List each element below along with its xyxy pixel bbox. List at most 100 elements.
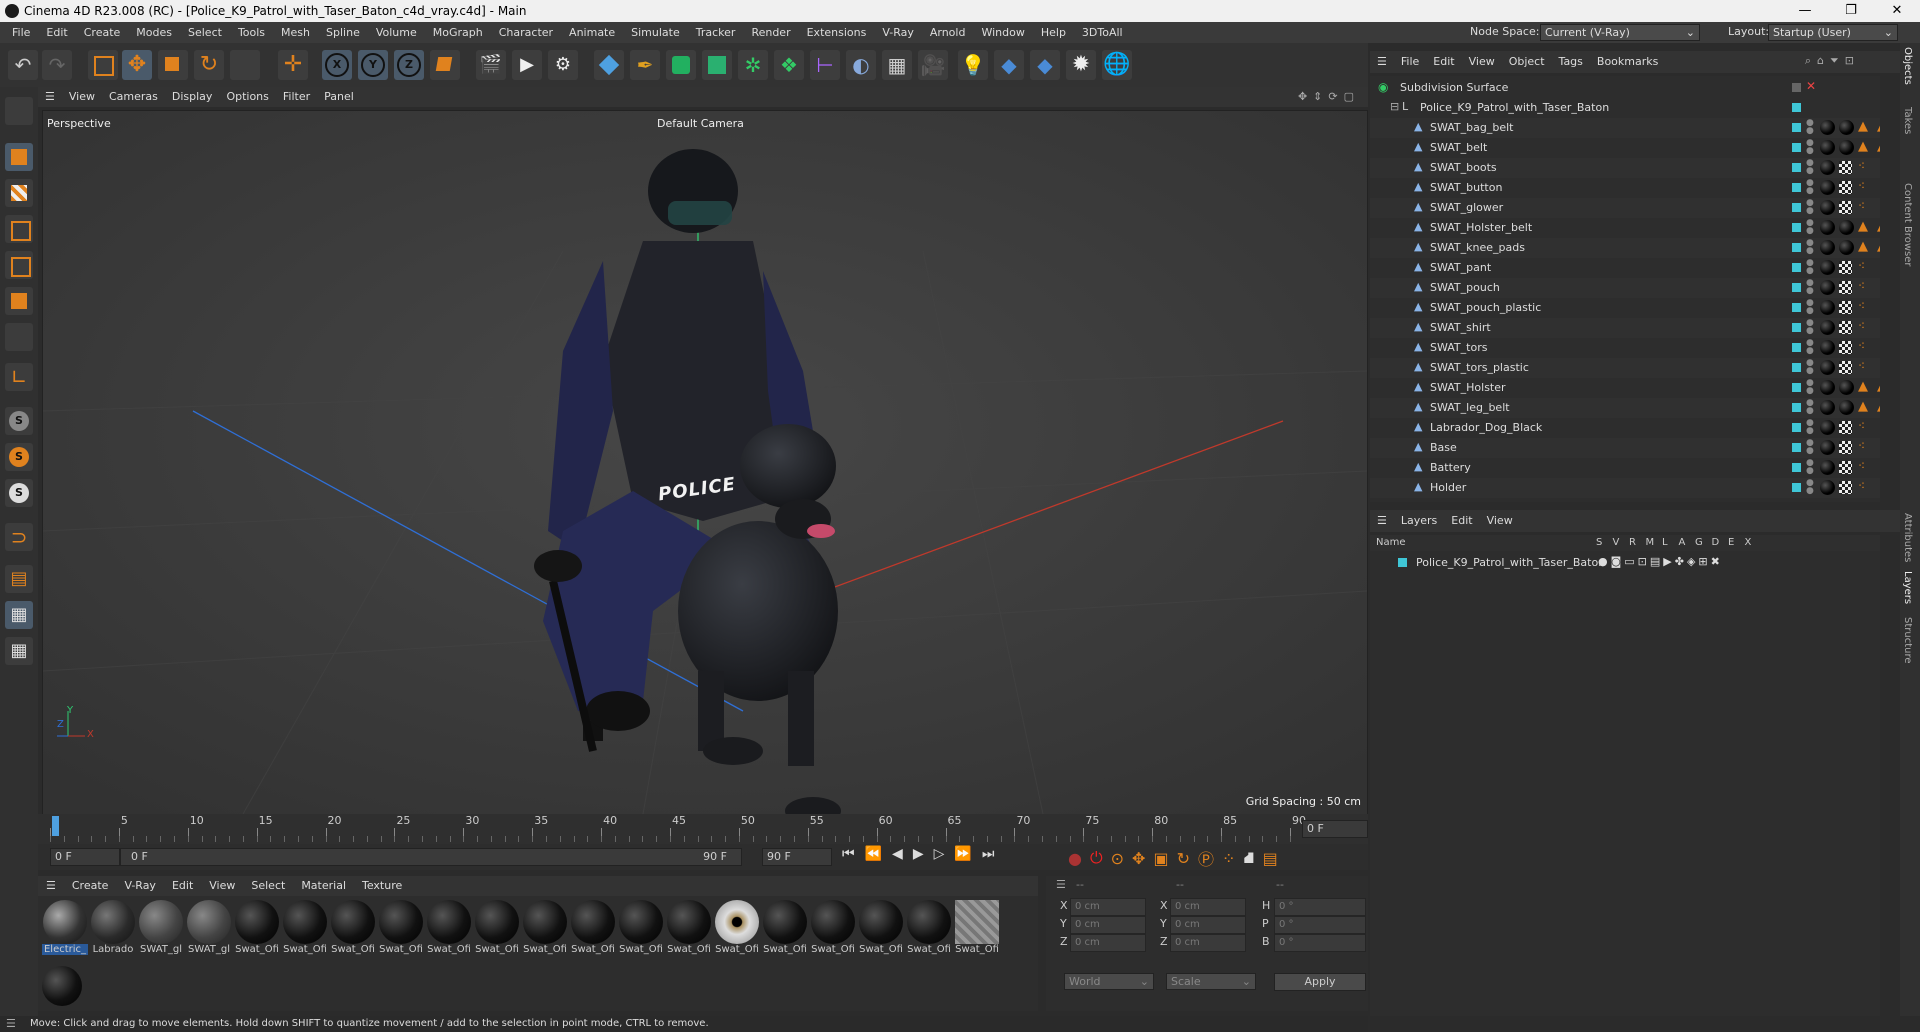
material-tag-icon[interactable] — [1820, 160, 1835, 175]
edit-check-icon[interactable] — [1792, 83, 1801, 92]
selection-tag-icon[interactable]: ⁖ — [1858, 179, 1865, 193]
layer-color-swatch[interactable] — [1792, 323, 1801, 332]
uvw-tag-icon[interactable] — [1839, 481, 1852, 494]
material-tag-icon[interactable] — [1820, 480, 1835, 495]
phong-tag-icon[interactable]: ▲ — [1858, 219, 1868, 234]
material-menu-create[interactable]: Create — [64, 876, 117, 896]
extrude-icon[interactable] — [702, 50, 732, 80]
layer-row[interactable]: Police_K9_Patrol_with_Taser_Baton ●◙▭⊡▤▶… — [1370, 553, 1880, 573]
uvw-tag-icon[interactable] — [1839, 261, 1852, 274]
selection-tag-icon[interactable]: ⁖ — [1858, 479, 1865, 493]
object-row[interactable]: ▲ Labrador_Dog_Black ● ● ⁖ — [1370, 418, 1880, 438]
material-swatch[interactable]: Swat_Ofi — [618, 900, 664, 955]
visibility-dots-icon[interactable]: ● ● — [1806, 399, 1814, 416]
visibility-dots-icon[interactable]: ● ● — [1806, 239, 1814, 256]
layer-color-swatch[interactable] — [1792, 443, 1801, 452]
material-panel-menu-icon[interactable]: ☰ — [38, 876, 64, 896]
material-swatch[interactable]: Swat_Ofi — [522, 900, 568, 955]
layer-color-swatch[interactable] — [1398, 558, 1407, 567]
uv-mode-icon[interactable] — [5, 323, 33, 351]
layer-color-swatch[interactable] — [1792, 143, 1801, 152]
phong-tag-icon[interactable]: ▲ — [1877, 139, 1880, 154]
visibility-dots-icon[interactable]: ● ● — [1806, 359, 1814, 376]
object-row[interactable]: ▲ SWAT_shirt ● ● ⁖ — [1370, 318, 1880, 338]
visibility-dots-icon[interactable]: ● ● — [1806, 159, 1814, 176]
model-mode-icon[interactable] — [5, 143, 33, 171]
material-tag-icon[interactable] — [1820, 120, 1835, 135]
selection-tag-icon[interactable]: ⁖ — [1858, 259, 1865, 273]
python-script-icon[interactable]: ◆ — [1030, 50, 1060, 80]
phong-tag-icon[interactable]: ▲ — [1877, 219, 1880, 234]
selection-tag-icon[interactable]: ⁖ — [1858, 419, 1865, 433]
layer-color-swatch[interactable] — [1792, 103, 1801, 112]
current-frame-field[interactable]: 0 F — [1302, 820, 1368, 838]
key-position-icon[interactable]: ✥ — [1132, 849, 1145, 868]
material-menu-v-ray[interactable]: V-Ray — [116, 876, 164, 896]
material-swatch[interactable]: Labrado — [90, 900, 136, 955]
material-tag-icon[interactable] — [1820, 460, 1835, 475]
selection-tag-icon[interactable]: ⁖ — [1858, 439, 1865, 453]
uvw-tag-icon[interactable] — [1839, 161, 1852, 174]
snap-settings-icon[interactable]: S — [5, 443, 33, 471]
phong-tag-icon[interactable]: ▲ — [1858, 119, 1868, 134]
layer-panel-menu-icon[interactable]: ☰ — [1370, 510, 1394, 532]
object-row[interactable]: ▲ Holder ● ● ⁖ — [1370, 478, 1880, 498]
coord-rotation-field[interactable]: 0 ° — [1274, 898, 1366, 916]
edges-mode-icon[interactable] — [5, 251, 33, 279]
material-tag-icon[interactable] — [1839, 140, 1854, 155]
disabled-x-icon[interactable]: ✕ — [1806, 79, 1816, 93]
phong-tag-icon[interactable]: ▲ — [1858, 139, 1868, 154]
object-row[interactable]: ▲ SWAT_pouch_plastic ● ● ⁖ — [1370, 298, 1880, 318]
material-swatch[interactable]: Swat_Ofi — [330, 900, 376, 955]
object-row[interactable]: ▲ SWAT_tors ● ● ⁖ — [1370, 338, 1880, 358]
material-swatch[interactable]: Swat_Ofi — [378, 900, 424, 955]
visibility-dots-icon[interactable]: ● ● — [1806, 439, 1814, 456]
material-swatch[interactable]: SWAT_gl — [186, 900, 232, 955]
material-tag-icon[interactable] — [1820, 380, 1835, 395]
layer-flag-icons[interactable]: ●◙▭⊡▤▶✤◈⊞✖ — [1598, 555, 1723, 568]
visibility-dots-icon[interactable]: ● ● — [1806, 419, 1814, 436]
cloner-icon[interactable]: ✲ — [738, 50, 768, 80]
viewport-menu-view[interactable]: View — [62, 87, 102, 107]
menu-tracker[interactable]: Tracker — [688, 22, 744, 43]
layer-column-e[interactable]: E — [1728, 537, 1734, 548]
keyframe-selection-icon[interactable]: ⊙ — [1111, 849, 1124, 868]
layer-color-swatch[interactable] — [1792, 303, 1801, 312]
uvw-tag-icon[interactable] — [1839, 361, 1852, 374]
coord-position-field[interactable]: 0 cm — [1070, 898, 1146, 916]
material-swatch[interactable]: Swat_Ofi — [666, 900, 712, 955]
object-row[interactable]: ▲ Base ● ● ⁖ — [1370, 438, 1880, 458]
menu-window[interactable]: Window — [973, 22, 1032, 43]
selection-tag-icon[interactable]: ⁖ — [1858, 339, 1865, 353]
coord-size-field[interactable]: 0 cm — [1170, 898, 1246, 916]
key-param-icon[interactable]: Ⓟ — [1198, 846, 1214, 870]
uvw-tag-icon[interactable] — [1839, 201, 1852, 214]
menu-v-ray[interactable]: V-Ray — [874, 22, 922, 43]
layer-color-swatch[interactable] — [1792, 403, 1801, 412]
coord-rotation-field[interactable]: 0 ° — [1274, 916, 1366, 934]
subdivision-surface-icon[interactable] — [666, 50, 696, 80]
material-extra-swatch[interactable] — [42, 966, 82, 1006]
material-swatch[interactable]: SWAT_gl — [138, 900, 184, 955]
selection-tag-icon[interactable]: ⁖ — [1858, 359, 1865, 373]
visibility-dots-icon[interactable]: ● ● — [1806, 139, 1814, 156]
layer-menu-layers[interactable]: Layers — [1394, 510, 1444, 532]
make-editable-icon[interactable] — [5, 97, 33, 125]
python-icon[interactable]: ◆ — [994, 50, 1024, 80]
object-menu-edit[interactable]: Edit — [1426, 51, 1461, 73]
phong-tag-icon[interactable]: ▲ — [1877, 239, 1880, 254]
undo-icon[interactable]: ↶ — [8, 50, 38, 80]
object-row[interactable]: ▲SWAT_belt●●▲▲⁖ — [1370, 138, 1880, 158]
field-icon[interactable]: ◐ — [846, 50, 876, 80]
x-axis-icon[interactable]: X — [322, 50, 352, 80]
layer-column-a[interactable]: A — [1679, 537, 1686, 548]
object-panel-menu-icon[interactable]: ☰ — [1370, 51, 1394, 73]
selection-tag-icon[interactable]: ⁖ — [1858, 299, 1865, 313]
bend-deformer-icon[interactable]: ⊢ — [810, 50, 840, 80]
previous-key-icon[interactable]: ⏪ — [865, 846, 882, 862]
autokey-icon[interactable]: ⏻ — [1090, 848, 1103, 868]
layer-color-swatch[interactable] — [1792, 343, 1801, 352]
selection-tag-icon[interactable]: ⁖ — [1858, 279, 1865, 293]
transform-icon[interactable]: ✛ — [278, 50, 308, 80]
coord-space-select[interactable]: World ⌄ — [1064, 973, 1154, 990]
